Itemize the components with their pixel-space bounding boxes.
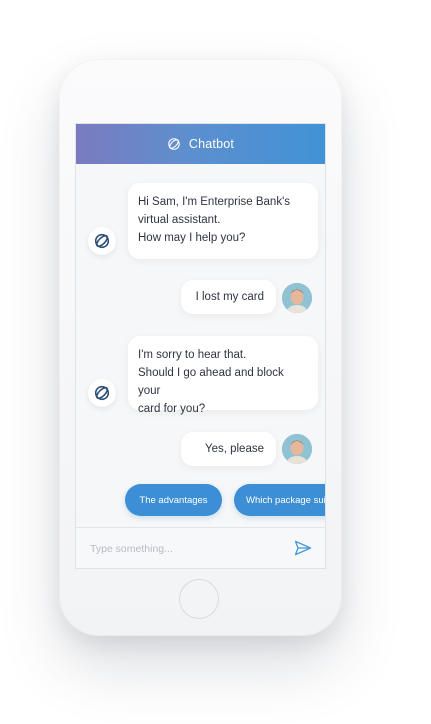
message-line: Should I go ahead and block your <box>138 367 284 397</box>
user-message: I lost my card <box>181 280 276 314</box>
chat-screen: Chatbot Hi Sam, I'm Enterprise Bank's vi… <box>75 123 326 569</box>
bot-logo-icon <box>94 385 110 401</box>
bot-avatar <box>88 379 116 407</box>
message-line: virtual assistant. <box>138 214 221 226</box>
user-photo-icon <box>282 283 312 313</box>
bot-message: I'm sorry to hear that. Should I go ahea… <box>128 336 318 415</box>
send-icon[interactable] <box>293 538 313 558</box>
quick-reply-advantages[interactable]: The advantages <box>125 484 222 516</box>
user-avatar <box>282 434 312 464</box>
user-avatar <box>282 283 312 313</box>
bot-avatar <box>88 227 116 255</box>
chat-header: Chatbot <box>76 124 325 164</box>
chat-title: Chatbot <box>188 137 235 151</box>
message-line: I'm sorry to hear that. <box>138 349 247 361</box>
message-line: How may I help you? <box>138 232 246 244</box>
chatbot-logo-icon <box>168 138 180 150</box>
message-text: Yes, please <box>204 443 264 455</box>
message-text: I lost my card <box>195 291 264 303</box>
message-composer <box>76 527 325 568</box>
user-message: Yes, please <box>181 432 276 466</box>
message-line: Hi Sam, I'm Enterprise Bank's <box>138 196 291 208</box>
bot-message: Hi Sam, I'm Enterprise Bank's virtual as… <box>128 183 318 259</box>
user-photo-icon <box>282 434 312 464</box>
message-line: card for you? <box>138 403 206 415</box>
message-input[interactable] <box>88 538 282 560</box>
quick-reply-package[interactable]: Which package suits <box>234 484 325 516</box>
bot-logo-icon <box>94 233 110 249</box>
home-button[interactable] <box>179 579 219 619</box>
